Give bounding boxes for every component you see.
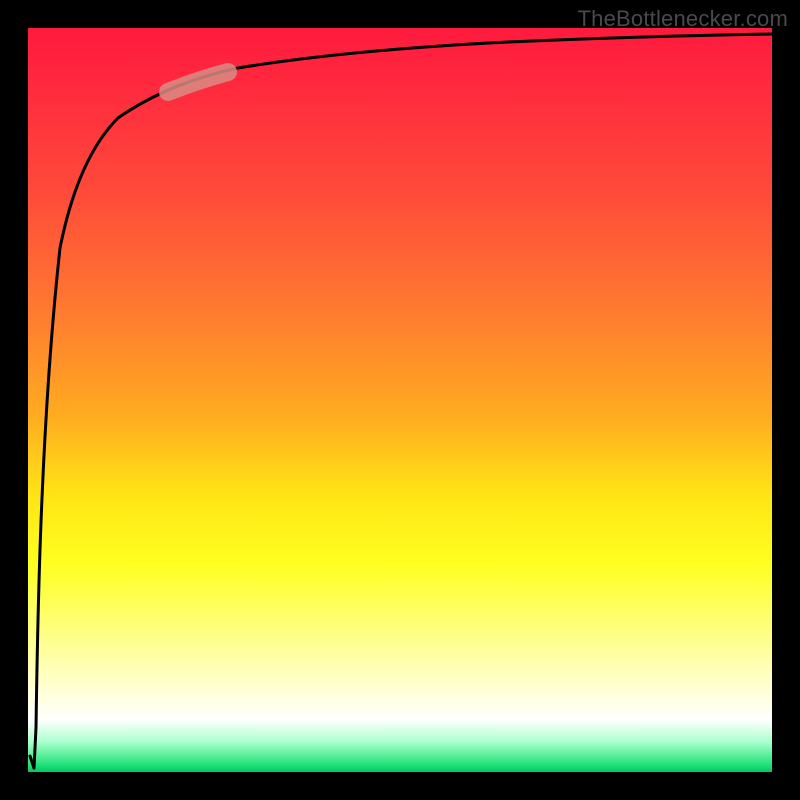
attribution-text: TheBottlenecker.com bbox=[578, 6, 788, 32]
plot-area bbox=[28, 28, 772, 772]
chart-container: TheBottlenecker.com bbox=[0, 0, 800, 800]
